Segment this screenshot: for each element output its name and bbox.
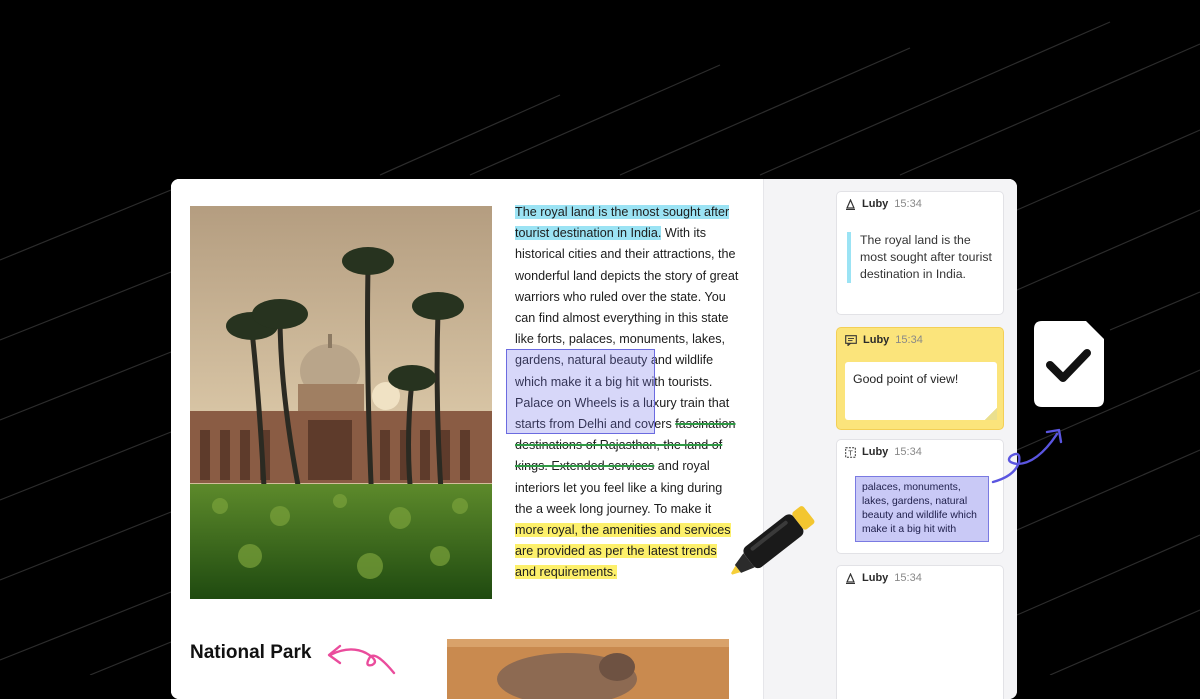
area-select-icon: T xyxy=(845,446,856,458)
humayun-tomb-photo xyxy=(190,206,492,599)
area-selection-box[interactable] xyxy=(506,349,655,434)
highlighted-text-yellow[interactable]: more royal, the amenities and services a… xyxy=(515,523,731,580)
wildlife-thumbnail xyxy=(447,639,729,699)
comment-time: 15:34 xyxy=(894,446,922,458)
highlighter-marker-icon xyxy=(731,506,815,575)
comment-header: Luby 15:34 xyxy=(845,572,922,584)
comment-header: T Luby 15:34 xyxy=(845,446,922,458)
comment-header: Luby 15:34 xyxy=(845,334,923,346)
comment-author: Luby xyxy=(862,446,889,458)
comment-time: 15:34 xyxy=(894,198,922,210)
section-title: National Park xyxy=(190,642,312,663)
body-text: With its historical cities and their att… xyxy=(515,226,739,347)
comment-author: Luby xyxy=(863,334,890,346)
comment-card-note[interactable]: Luby 15:34 Good point of view! xyxy=(836,327,1004,430)
curly-arrow-icon xyxy=(991,428,1063,484)
note-text: Good point of view! xyxy=(853,372,959,386)
quoted-highlight-text: The royal land is the most sought after … xyxy=(847,232,1000,283)
comment-time: 15:34 xyxy=(894,572,922,584)
comment-author: Luby xyxy=(862,198,889,210)
document-window: The royal land is the most sought after … xyxy=(171,179,1017,699)
comment-sidebar: Luby 15:34 The royal land is the most so… xyxy=(763,179,1017,699)
area-selection-excerpt: palaces, monuments, lakes, gardens, natu… xyxy=(855,476,989,542)
document-page: The royal land is the most sought after … xyxy=(171,179,763,699)
note-input[interactable]: Good point of view! xyxy=(845,362,997,420)
curly-arrow-icon-pink xyxy=(327,644,396,675)
pen-icon xyxy=(846,198,855,210)
comment-header: Luby 15:34 xyxy=(845,198,922,210)
comment-card-highlight[interactable]: Luby 15:34 The royal land is the most so… xyxy=(836,191,1004,315)
svg-text:T: T xyxy=(847,449,853,457)
comment-card-area[interactable]: T Luby 15:34 palaces, monuments, lakes, … xyxy=(836,439,1004,554)
comment-icon xyxy=(845,334,857,346)
checkmark-icon[interactable] xyxy=(1034,321,1104,407)
comment-author: Luby xyxy=(862,572,889,584)
pen-icon xyxy=(846,572,855,584)
note-fold-corner xyxy=(985,408,997,420)
comment-time: 15:34 xyxy=(895,334,923,346)
comment-card-stamp[interactable]: Luby 15:34 xyxy=(836,565,1004,699)
